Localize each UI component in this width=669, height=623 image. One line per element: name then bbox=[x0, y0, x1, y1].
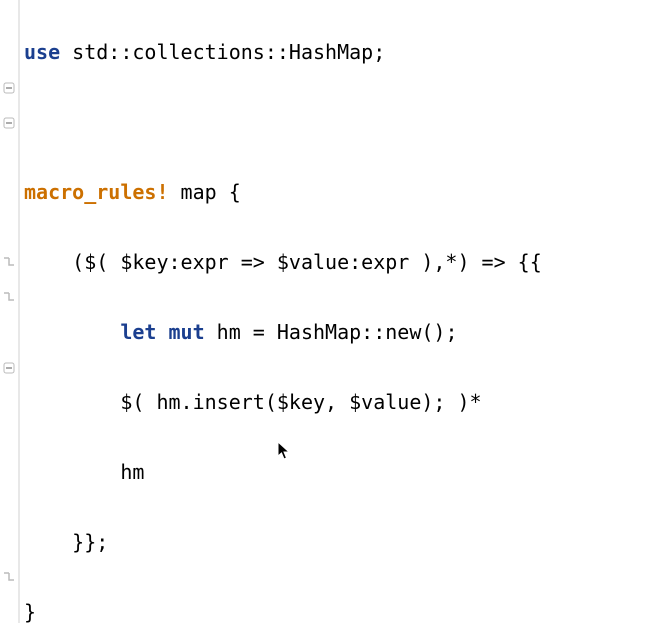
blank-line bbox=[24, 105, 669, 140]
rest: hm = HashMap::new(); bbox=[205, 320, 458, 344]
brace-open: { bbox=[229, 180, 241, 204]
keyword-let: let bbox=[120, 320, 156, 344]
brace-close: } bbox=[24, 600, 36, 623]
macro-body: hm bbox=[24, 460, 144, 484]
macro-pattern: ($( $key:expr => $value:expr ),*) => {{ bbox=[24, 250, 542, 274]
code-line: $( hm.insert($key, $value); )* bbox=[24, 385, 669, 420]
keyword-mut: mut bbox=[169, 320, 205, 344]
fold-end-icon[interactable] bbox=[2, 256, 16, 270]
fold-end-icon[interactable] bbox=[2, 291, 16, 305]
code-editor: use std::collections::HashMap; macro_rul… bbox=[0, 0, 669, 623]
semicolon: ; bbox=[373, 40, 385, 64]
close: }}; bbox=[24, 530, 108, 554]
code-line: let mut hm = HashMap::new(); bbox=[24, 315, 669, 350]
macro-body: $( hm.insert($key, $value); )* bbox=[24, 390, 482, 414]
fold-end-icon[interactable] bbox=[2, 571, 16, 585]
code-line: }}; bbox=[24, 525, 669, 560]
code-line: ($( $key:expr => $value:expr ),*) => {{ bbox=[24, 245, 669, 280]
gutter bbox=[0, 0, 20, 623]
keyword-use: use bbox=[24, 40, 60, 64]
code-line: hm bbox=[24, 455, 669, 490]
code-line: use std::collections::HashMap; bbox=[24, 35, 669, 70]
code-area[interactable]: use std::collections::HashMap; macro_rul… bbox=[20, 0, 669, 623]
fold-minus-icon[interactable] bbox=[2, 81, 16, 95]
macro-name: map bbox=[181, 180, 217, 204]
fold-minus-icon[interactable] bbox=[2, 361, 16, 375]
code-line: } bbox=[24, 595, 669, 623]
path: std::collections::HashMap bbox=[72, 40, 373, 64]
fold-minus-icon[interactable] bbox=[2, 116, 16, 130]
macro-rules-kw: macro_rules! bbox=[24, 180, 169, 204]
code-line: macro_rules! map { bbox=[24, 175, 669, 210]
